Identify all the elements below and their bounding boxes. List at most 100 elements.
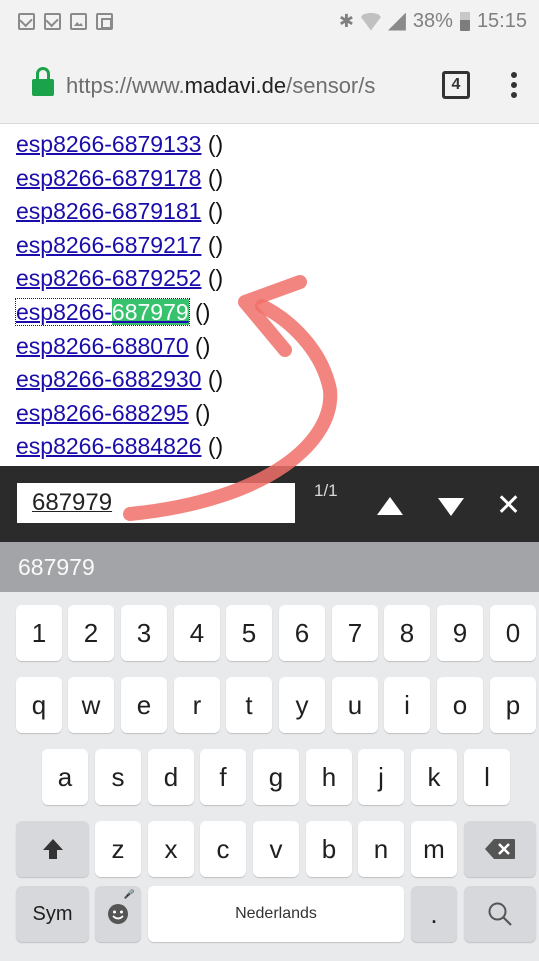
image-icon [70, 13, 87, 30]
key-l[interactable]: l [464, 749, 510, 805]
keyboard-suggestion-bar: 687979 [0, 542, 539, 592]
sensor-link[interactable]: esp8266-6879133 [16, 131, 201, 157]
space-key[interactable]: Nederlands [148, 886, 404, 942]
gmail-icon [44, 13, 61, 30]
key-p[interactable]: p [490, 677, 536, 733]
key-5[interactable]: 5 [226, 605, 272, 661]
backspace-icon [485, 839, 515, 859]
url-path: /sensor/s [286, 73, 376, 98]
key-x[interactable]: x [148, 821, 194, 877]
list-item: esp8266-6879178 () [16, 164, 224, 191]
signal-icon [387, 12, 406, 31]
key-k[interactable]: k [411, 749, 457, 805]
key-f[interactable]: f [200, 749, 246, 805]
list-item: esp8266-6879217 () [16, 231, 224, 258]
sensor-link[interactable]: esp8266-6879217 [16, 232, 201, 258]
key-v[interactable]: v [253, 821, 299, 877]
key-u[interactable]: u [332, 677, 378, 733]
url-field[interactable]: https://www.madavi.de/sensor/s [66, 73, 419, 103]
gmail-icon [18, 13, 35, 30]
match-count: 1/1 [314, 481, 338, 500]
key-m[interactable]: m [411, 821, 457, 877]
sensor-link[interactable]: esp8266-688070 [16, 333, 189, 359]
menu-dot-icon [511, 82, 517, 88]
previous-match-icon[interactable] [377, 497, 403, 515]
sensor-link[interactable]: esp8266-6884826 [16, 433, 201, 459]
mic-hint-icon: 🎤 [123, 889, 135, 899]
search-icon [488, 902, 512, 926]
key-d[interactable]: d [148, 749, 194, 805]
key-8[interactable]: 8 [384, 605, 430, 661]
emoji-icon [108, 904, 128, 924]
key-y[interactable]: y [279, 677, 325, 733]
key-2[interactable]: 2 [68, 605, 114, 661]
backspace-key[interactable] [464, 821, 536, 877]
sensor-link[interactable]: esp8266-6879252 [16, 265, 201, 291]
find-in-page-bar: 1/1 ✕ [0, 466, 539, 542]
list-item: esp8266-6884826 () [16, 433, 224, 460]
key-n[interactable]: n [358, 821, 404, 877]
key-t[interactable]: t [226, 677, 272, 733]
close-icon[interactable]: ✕ [496, 491, 521, 521]
emoji-key[interactable]: 🎤 [95, 886, 141, 942]
clock: 15:15 [476, 10, 527, 32]
list-item: esp8266-6879181 () [16, 198, 224, 225]
key-6[interactable]: 6 [279, 605, 325, 661]
key-a[interactable]: a [42, 749, 88, 805]
lock-icon[interactable] [32, 67, 54, 98]
overflow-menu-button[interactable] [504, 68, 524, 102]
url-domain: madavi.de [184, 73, 287, 98]
gallery-icon [96, 13, 113, 30]
page-content: esp8266-6879133 () esp8266-6879178 () es… [0, 124, 539, 466]
find-input[interactable] [17, 483, 295, 523]
key-r[interactable]: r [174, 677, 220, 733]
keyboard: 1 2 3 4 5 6 7 8 9 0 q w e r t y u i o p … [0, 592, 539, 961]
key-w[interactable]: w [68, 677, 114, 733]
shift-icon [42, 839, 63, 859]
list-item: esp8266-6879133 () [16, 131, 224, 157]
key-z[interactable]: z [95, 821, 141, 877]
wifi-icon [361, 13, 381, 31]
key-o[interactable]: o [437, 677, 483, 733]
battery-percent: 38% [412, 10, 453, 32]
key-i[interactable]: i [384, 677, 430, 733]
sensor-link[interactable]: esp8266-688295 [16, 400, 189, 426]
sensor-link[interactable]: esp8266-6882930 [16, 366, 201, 392]
bluetooth-icon: ✱ [338, 11, 354, 31]
status-bar: ✱ 38% 15:15 [0, 0, 539, 48]
sensor-list: esp8266-6879133 () esp8266-6879178 () es… [15, 128, 224, 466]
tab-switcher-button[interactable]: 4 [442, 71, 470, 99]
sensor-link[interactable]: esp8266-6879178 [16, 165, 201, 191]
key-j[interactable]: j [358, 749, 404, 805]
notification-icons [18, 13, 113, 30]
key-h[interactable]: h [306, 749, 352, 805]
key-7[interactable]: 7 [332, 605, 378, 661]
shift-key[interactable] [16, 821, 89, 877]
key-g[interactable]: g [253, 749, 299, 805]
key-s[interactable]: s [95, 749, 141, 805]
key-3[interactable]: 3 [121, 605, 167, 661]
suggestion-item[interactable]: 687979 [18, 554, 95, 581]
list-item-match: esp8266-687979 () [15, 297, 211, 326]
next-match-icon[interactable] [438, 498, 464, 516]
key-e[interactable]: e [121, 677, 167, 733]
sensor-link-matched[interactable]: esp8266-687979 [15, 297, 190, 326]
key-q[interactable]: q [16, 677, 62, 733]
browser-toolbar: https://www.madavi.de/sensor/s 4 [0, 48, 539, 124]
search-key[interactable] [464, 886, 536, 942]
system-icons: ✱ 38% 15:15 [339, 10, 527, 33]
period-key[interactable]: . [411, 886, 457, 942]
battery-icon [459, 12, 470, 31]
key-b[interactable]: b [306, 821, 352, 877]
sym-key[interactable]: Sym [16, 886, 89, 942]
list-item: esp8266-6879252 () [16, 265, 224, 292]
key-0[interactable]: 0 [490, 605, 536, 661]
list-item: esp8266-688070 () [16, 332, 211, 359]
key-4[interactable]: 4 [174, 605, 220, 661]
key-1[interactable]: 1 [16, 605, 62, 661]
key-c[interactable]: c [200, 821, 246, 877]
menu-dot-icon [511, 92, 517, 98]
sensor-link[interactable]: esp8266-6879181 [16, 198, 201, 224]
key-9[interactable]: 9 [437, 605, 483, 661]
list-item: esp8266-688295 () [16, 399, 211, 426]
